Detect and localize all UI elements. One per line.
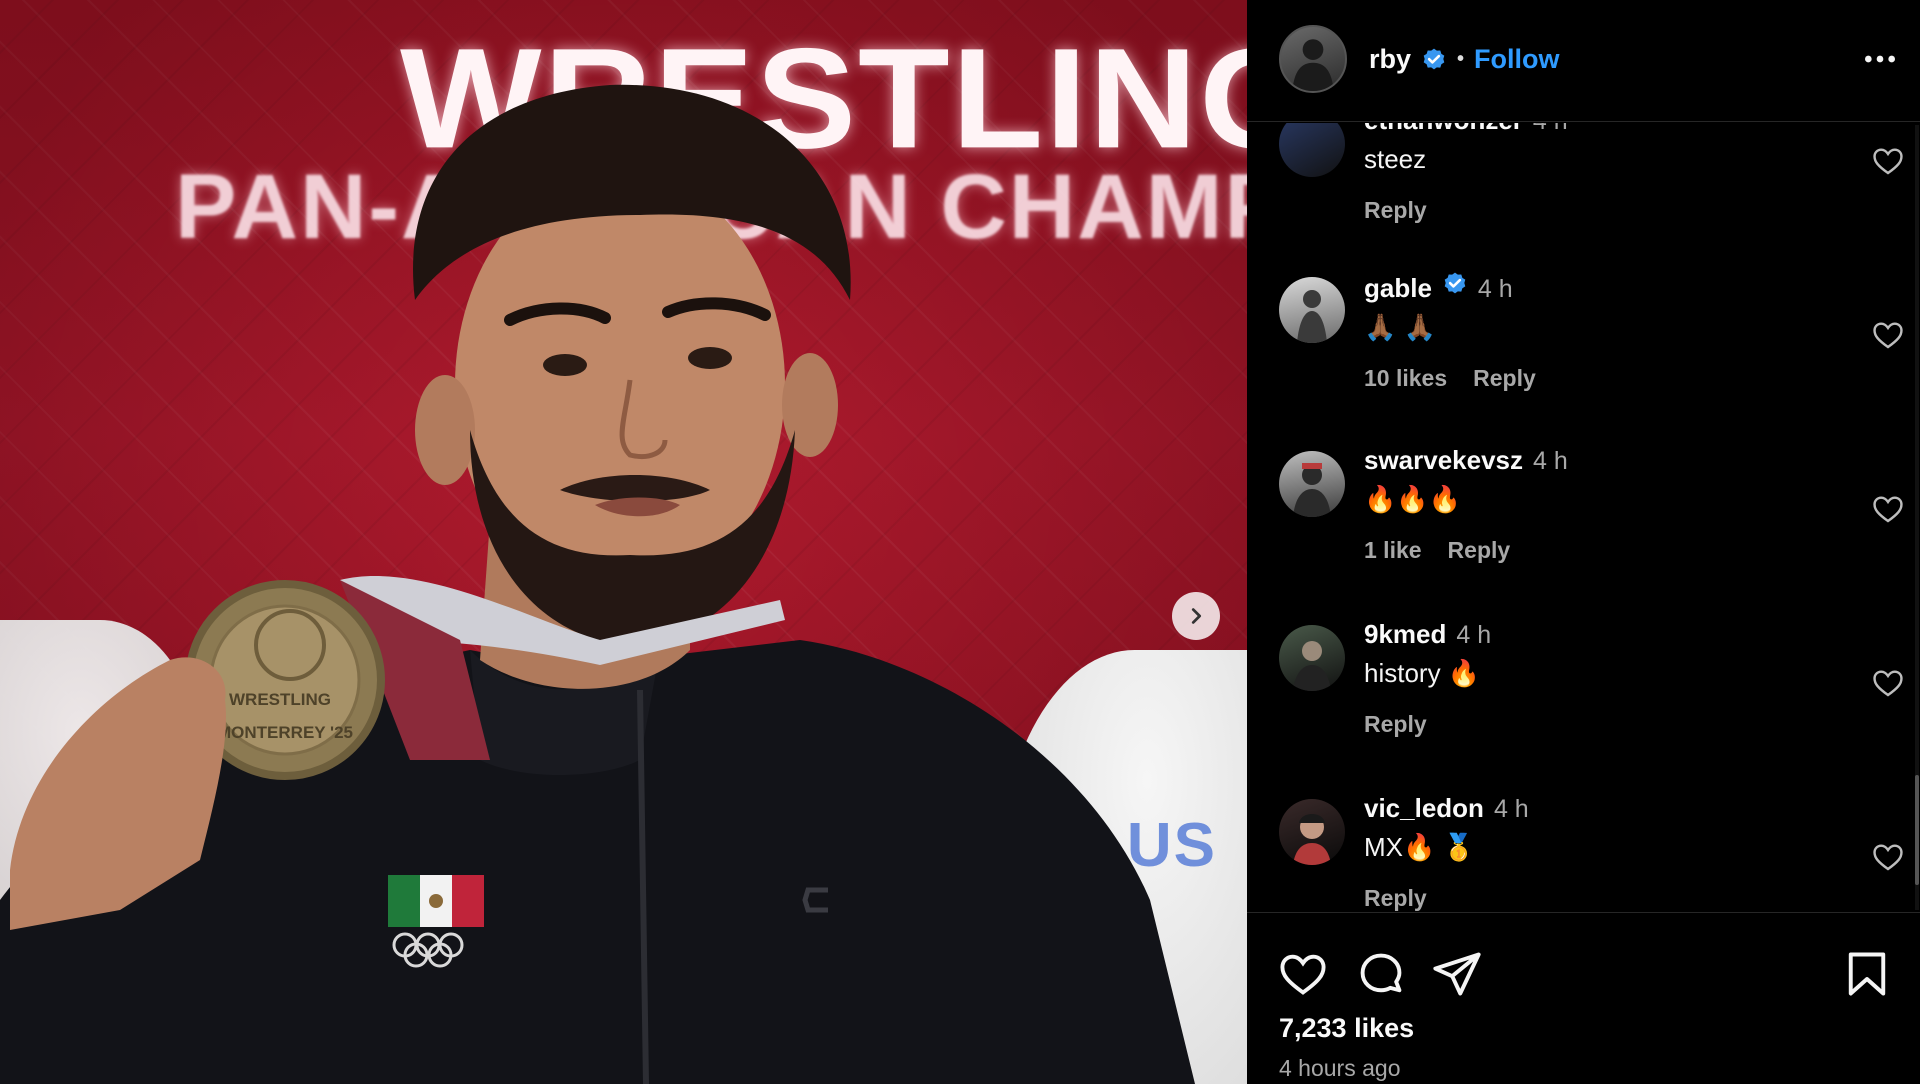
comment-body: gable 4 h 🙏🏾 🙏🏾 10 likes Reply (1364, 271, 1814, 392)
comment-time: 4 h (1533, 447, 1568, 475)
comment-item: vic_ledon 4 h MX🔥 🥇 Reply (1247, 783, 1920, 913)
comment-icon[interactable] (1355, 948, 1407, 1000)
comment-like-icon[interactable] (1871, 318, 1905, 352)
comment-text: history 🔥 (1364, 658, 1481, 688)
comment-item: ethanwonzer 4 h steez Reply (1247, 123, 1920, 261)
comment-body: ethanwonzer 4 h steez Reply (1364, 123, 1814, 224)
header-separator: • (1457, 48, 1465, 70)
reply-button[interactable]: Reply (1364, 885, 1427, 912)
post-header: rby • Follow (1247, 0, 1920, 122)
follow-button[interactable]: Follow (1474, 44, 1559, 75)
comment-likes[interactable]: 10 likes (1364, 365, 1447, 392)
comment-likes[interactable]: 1 like (1364, 537, 1422, 564)
comment-text: steez (1364, 144, 1427, 174)
comment-item: 9kmed 4 h history 🔥 Reply (1247, 609, 1920, 783)
comment-body: 9kmed 4 h history 🔥 Reply (1364, 619, 1814, 738)
comment-like-icon[interactable] (1871, 492, 1905, 526)
reply-button[interactable]: Reply (1364, 711, 1427, 738)
more-options-button[interactable] (1860, 44, 1900, 74)
comment-like-icon[interactable] (1871, 840, 1905, 874)
verified-badge-icon (1444, 272, 1466, 294)
bookmark-icon[interactable] (1841, 948, 1893, 1000)
reply-button[interactable]: Reply (1448, 537, 1511, 564)
verified-badge-icon (1423, 48, 1445, 69)
comment-time: 4 h (1477, 275, 1513, 303)
athlete-figure: WRESTLING MONTERREY '25 (0, 84, 1195, 1084)
comment-like-icon[interactable] (1871, 666, 1905, 700)
comment-text: 🙏🏾 🙏🏾 (1364, 312, 1436, 342)
commenter-username[interactable]: gable (1364, 273, 1432, 304)
commenter-username[interactable]: vic_ledon (1364, 793, 1484, 824)
commenter-avatar[interactable] (1279, 451, 1345, 517)
commenter-username[interactable]: ethanwonzer (1364, 123, 1523, 136)
likes-count[interactable]: 7,233 likes (1279, 1013, 1414, 1044)
post-actions: 7,233 likes 4 hours ago (1247, 912, 1920, 1084)
post-photo[interactable]: WRESTLING PAN-AMERICAN CHAMPIONSHIPS US (0, 0, 1247, 1084)
commenter-avatar[interactable] (1279, 799, 1345, 865)
comment-time: 4 h (1533, 123, 1568, 136)
next-photo-button[interactable] (1172, 592, 1220, 640)
comment-body: vic_ledon 4 h MX🔥 🥇 Reply (1364, 793, 1814, 912)
comment-like-icon[interactable] (1871, 144, 1905, 178)
author-info: rby • Follow (1369, 44, 1560, 75)
reply-button[interactable]: Reply (1364, 197, 1427, 224)
commenter-avatar[interactable] (1279, 277, 1345, 343)
commenter-avatar[interactable] (1279, 625, 1345, 691)
author-username[interactable]: rby (1369, 44, 1411, 75)
commenter-avatar[interactable] (1279, 123, 1345, 177)
comments-list[interactable]: ethanwonzer 4 h steez Reply (1247, 123, 1920, 913)
post-timestamp: 4 hours ago (1279, 1055, 1401, 1081)
commenter-username[interactable]: 9kmed (1364, 619, 1446, 650)
chevron-right-icon (1191, 608, 1202, 624)
post-side-panel: rby • Follow ethanwonzer (1247, 0, 1920, 1084)
medal-text: WRESTLING (229, 690, 331, 709)
send-icon[interactable] (1431, 948, 1483, 1000)
instagram-post-modal: WRESTLING PAN-AMERICAN CHAMPIONSHIPS US (0, 0, 1920, 1084)
medal-subtext: MONTERREY '25 (217, 723, 353, 742)
comment-item: gable 4 h 🙏🏾 🙏🏾 10 likes Reply (1247, 261, 1920, 435)
commenter-username[interactable]: swarvekevsz (1364, 445, 1523, 476)
comment-time: 4 h (1456, 621, 1492, 649)
more-horizontal-icon (1865, 55, 1895, 63)
comment-text: MX🔥 🥇 (1364, 832, 1475, 862)
comment-text: 🔥🔥🔥 (1364, 484, 1462, 514)
author-avatar[interactable] (1279, 25, 1347, 93)
comment-time: 4 h (1493, 795, 1529, 823)
comment-body: swarvekevsz 4 h 🔥🔥🔥 1 like Reply (1364, 445, 1814, 564)
reply-button[interactable]: Reply (1473, 365, 1536, 392)
comment-item: swarvekevsz 4 h 🔥🔥🔥 1 like Reply (1247, 435, 1920, 609)
heart-icon[interactable] (1277, 948, 1329, 1000)
comments-scrollbar[interactable] (1914, 125, 1920, 910)
